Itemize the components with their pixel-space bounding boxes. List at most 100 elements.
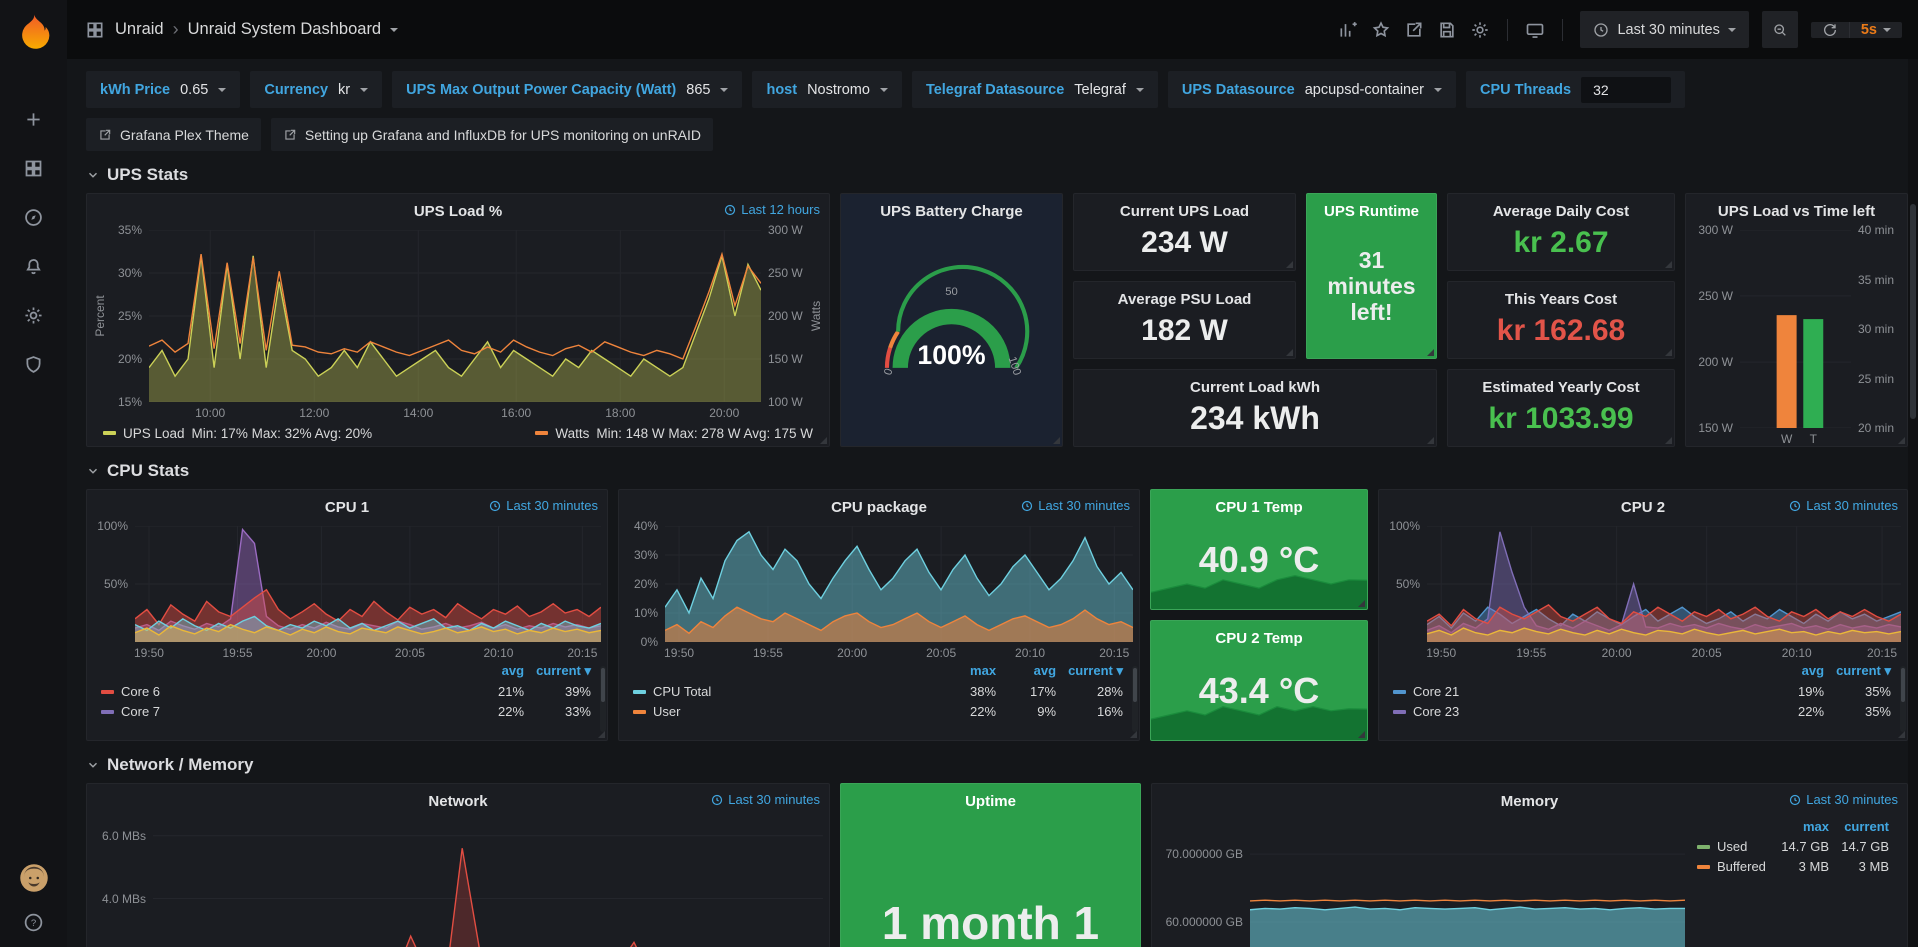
breadcrumb-dashboard-title[interactable]: Unraid System Dashboard: [188, 20, 382, 39]
legend-row[interactable]: Used14.7 GB14.7 GB: [1691, 836, 1895, 856]
legend-row[interactable]: Buffered3 MB3 MB: [1691, 856, 1895, 876]
server-admin-shield-icon[interactable]: [0, 340, 67, 389]
ups-load-chart[interactable]: Percent35%30%25%20%15%10:0012:0014:0016:…: [87, 224, 829, 420]
variable-value[interactable]: kr: [338, 82, 350, 98]
cycle-view-tv-button[interactable]: [1525, 20, 1545, 40]
chart-legend[interactable]: avgcurrent ▾Core 2119%35%Core 2322%35%: [1379, 660, 1907, 740]
help-icon[interactable]: ?: [0, 912, 67, 933]
panel-title[interactable]: CPU 1: [325, 499, 369, 516]
variable-value[interactable]: Telegraf: [1074, 82, 1126, 98]
variable-currency[interactable]: Currency kr: [250, 71, 382, 108]
legend-column-header[interactable]: avg: [1002, 660, 1062, 681]
add-panel-button[interactable]: [1338, 20, 1358, 40]
memory-chart[interactable]: 70.000000 GB60.000000 GB50.000000 GB: [1152, 814, 1691, 947]
legend-row[interactable]: User22%9%16%: [627, 701, 1129, 721]
legend-scrollbar[interactable]: [1132, 666, 1138, 732]
variable-value[interactable]: 0.65: [180, 82, 208, 98]
legend-column-header[interactable]: avg: [470, 660, 530, 681]
legend-column-header[interactable]: current: [1835, 816, 1895, 836]
legend-column-header[interactable]: current ▾: [1830, 660, 1897, 681]
legend-column-header[interactable]: max: [942, 660, 1002, 681]
panel-title[interactable]: CPU 1 Temp: [1215, 499, 1302, 516]
network-chart[interactable]: 6.0 MBs4.0 MBs2.0 MBs: [87, 814, 829, 947]
panel-title[interactable]: This Years Cost: [1505, 291, 1617, 308]
panel-title[interactable]: Current UPS Load: [1120, 203, 1249, 220]
legend-series-name[interactable]: UPS Load: [123, 426, 185, 441]
cpu1-chart[interactable]: 100%50%19:5019:5520:0020:0520:1020:15: [87, 520, 607, 660]
variable-ups-max-output[interactable]: UPS Max Output Power Capacity (Watt) 865: [392, 71, 742, 108]
plot-area[interactable]: 19:5019:5520:0020:0520:1020:15: [135, 526, 601, 660]
legend-row[interactable]: Core 2322%35%: [1387, 701, 1897, 721]
variable-telegraf-datasource[interactable]: Telegraf Datasource Telegraf: [912, 71, 1158, 108]
legend-scrollbar[interactable]: [600, 666, 606, 732]
panel-title[interactable]: Average Daily Cost: [1493, 203, 1629, 220]
panel-title[interactable]: Network: [428, 793, 487, 810]
configuration-gear-icon[interactable]: [0, 291, 67, 340]
dashboard-link-ups-guide[interactable]: Setting up Grafana and InfluxDB for UPS …: [271, 118, 713, 151]
plot-area[interactable]: 19:5019:5520:0020:0520:1020:15: [1427, 526, 1901, 660]
chevron-down-icon[interactable]: [390, 28, 398, 32]
section-ups-stats[interactable]: UPS Stats: [86, 165, 1918, 185]
plot-area[interactable]: WT: [1740, 230, 1851, 446]
panel-title[interactable]: CPU 2: [1621, 499, 1665, 516]
cpu-package-chart[interactable]: 40%30%20%10%0%19:5019:5520:0020:0520:102…: [619, 520, 1139, 660]
panel-title[interactable]: Uptime: [965, 793, 1016, 810]
section-network-memory[interactable]: Network / Memory: [86, 755, 1918, 775]
panel-title[interactable]: Memory: [1501, 793, 1559, 810]
legend-row[interactable]: Core 2119%35%: [1387, 681, 1897, 701]
plot-area[interactable]: 19:5019:5520:0020:0520:1020:15: [665, 526, 1133, 660]
variable-cpu-threads[interactable]: CPU Threads 32: [1466, 71, 1685, 108]
grafana-logo[interactable]: [15, 12, 53, 53]
panel-title[interactable]: Estimated Yearly Cost: [1482, 379, 1639, 396]
panel-title[interactable]: UPS Load %: [414, 203, 502, 220]
panel-title[interactable]: UPS Load vs Time left: [1718, 203, 1875, 220]
dashboards-icon[interactable]: [0, 144, 67, 193]
chart-legend[interactable]: UPS LoadMin: 17% Max: 32% Avg: 20% WattsM…: [87, 420, 829, 446]
legend-row[interactable]: Core 621%39%: [95, 681, 597, 701]
refresh-interval-picker[interactable]: 5s: [1849, 22, 1902, 38]
chart-legend[interactable]: maxavgcurrent ▾CPU Total38%17%28%User22%…: [619, 660, 1139, 740]
legend-item[interactable]: WattsMin: 148 W Max: 278 W Avg: 175 W: [535, 426, 813, 441]
chart-legend[interactable]: avgcurrent ▾Core 621%39%Core 722%33%: [87, 660, 607, 740]
alerting-bell-icon[interactable]: [0, 242, 67, 291]
create-plus-icon[interactable]: [0, 95, 67, 144]
panel-title[interactable]: Average PSU Load: [1118, 291, 1252, 308]
share-button[interactable]: [1404, 20, 1424, 40]
panel-title[interactable]: Current Load kWh: [1190, 379, 1320, 396]
plot-area[interactable]: [153, 820, 823, 947]
refresh-button[interactable]: [1811, 22, 1849, 38]
variable-host[interactable]: host Nostromo: [752, 71, 901, 108]
star-button[interactable]: [1371, 20, 1391, 40]
zoom-out-button[interactable]: [1762, 11, 1798, 48]
dashboard-squares-icon[interactable]: [85, 20, 105, 40]
legend-scrollbar[interactable]: [1900, 666, 1906, 732]
panel-title[interactable]: UPS Battery Charge: [880, 203, 1023, 220]
scrollbar-thumb[interactable]: [1910, 204, 1916, 419]
variable-kwh-price[interactable]: kWh Price 0.65: [86, 71, 240, 108]
explore-compass-icon[interactable]: [0, 193, 67, 242]
variable-ups-datasource[interactable]: UPS Datasource apcupsd-container: [1168, 71, 1456, 108]
breadcrumb-folder[interactable]: Unraid: [115, 20, 164, 39]
dashboard-link-plex-theme[interactable]: Grafana Plex Theme: [86, 118, 261, 151]
plot-area[interactable]: 10:0012:0014:0016:0018:0020:00: [149, 230, 761, 420]
time-range-picker[interactable]: Last 30 minutes: [1580, 11, 1748, 48]
chart-legend[interactable]: maxcurrentUsed14.7 GB14.7 GBBuffered3 MB…: [1691, 814, 1907, 947]
panel-title[interactable]: UPS Runtime: [1324, 203, 1419, 220]
dashboard-settings-button[interactable]: [1470, 20, 1490, 40]
battery-gauge[interactable]: 050100100%: [841, 224, 1062, 446]
legend-series-name[interactable]: Watts: [555, 426, 589, 441]
ups-bar-chart[interactable]: 300 W250 W200 W150 WWT40 min35 min30 min…: [1686, 224, 1907, 446]
legend-column-header[interactable]: max: [1775, 816, 1835, 836]
legend-column-header[interactable]: current ▾: [530, 660, 597, 681]
legend-item[interactable]: UPS LoadMin: 17% Max: 32% Avg: 20%: [103, 426, 372, 441]
page-scrollbar[interactable]: [1908, 59, 1918, 947]
plot-area[interactable]: [1250, 820, 1685, 947]
section-cpu-stats[interactable]: CPU Stats: [86, 461, 1918, 481]
legend-row[interactable]: Core 722%33%: [95, 701, 597, 721]
panel-title[interactable]: CPU 2 Temp: [1215, 630, 1302, 647]
legend-column-header[interactable]: avg: [1770, 660, 1830, 681]
variable-value[interactable]: 865: [686, 82, 710, 98]
legend-column-header[interactable]: current ▾: [1062, 660, 1129, 681]
cpu2-chart[interactable]: 100%50%19:5019:5520:0020:0520:1020:15: [1379, 520, 1907, 660]
variable-value[interactable]: Nostromo: [807, 82, 870, 98]
